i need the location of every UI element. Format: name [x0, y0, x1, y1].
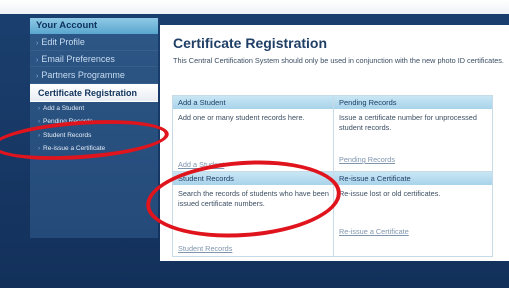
sidebar-header: Your Account — [30, 18, 158, 34]
sidebar-item-edit-profile[interactable]: › Edit Profile — [30, 34, 158, 51]
sidebar-item-label: Certificate Registration — [38, 87, 138, 98]
card-description: Issue a certificate number for unprocess… — [339, 113, 477, 133]
student-records-link[interactable]: Student Records — [178, 244, 232, 253]
chevron-right-icon: › — [36, 73, 39, 80]
card-heading: Re-issue a Certificate — [334, 172, 492, 185]
sidebar-item-email-preferences[interactable]: › Email Preferences — [30, 51, 158, 67]
sidebar-subitem-label: Add a Student — [43, 104, 85, 112]
card-heading: Add a Student — [173, 96, 334, 109]
card-heading: Pending Records — [334, 96, 492, 109]
sidebar-subitem-add-student[interactable]: › Add a Student — [30, 102, 158, 116]
reissue-certificate-link[interactable]: Re-issue a Certificate — [339, 227, 409, 236]
sidebar-item-label: Partners Programme — [41, 70, 125, 80]
sidebar-item-partners-programme[interactable]: › Partners Programme — [30, 67, 158, 84]
chevron-right-icon: › — [36, 40, 39, 47]
chevron-right-icon: › — [38, 105, 40, 112]
card-description: Re-issue lost or old certificates. — [339, 189, 441, 198]
pending-records-link[interactable]: Pending Records — [339, 155, 395, 164]
intro-text: This Central Certification System should… — [173, 56, 504, 65]
card-description: Add one or many student records here. — [178, 113, 305, 122]
sidebar-item-certificate-registration[interactable]: Certificate Registration — [30, 83, 158, 102]
page-title: Certificate Registration — [173, 35, 328, 51]
card-reissue-certificate: Re-issue a Certificate Re-issue lost or … — [333, 171, 493, 257]
sidebar-item-label: Edit Profile — [41, 37, 85, 47]
chevron-right-icon: › — [36, 56, 39, 64]
chevron-right-icon: › — [38, 119, 40, 125]
top-strip — [0, 0, 509, 14]
sidebar-item-label: Email Preferences — [41, 53, 115, 64]
